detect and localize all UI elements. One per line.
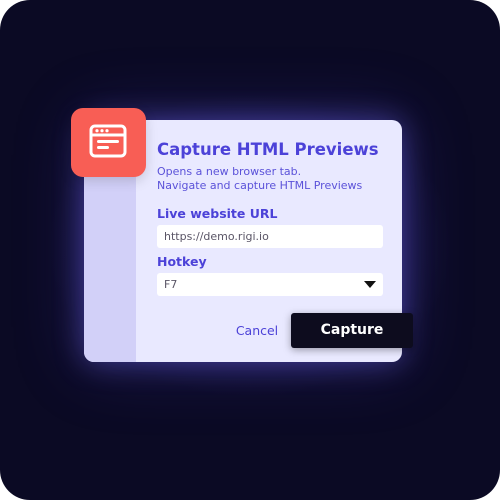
app-icon-tile <box>71 108 146 177</box>
hotkey-select-value: F7 <box>164 278 178 291</box>
chevron-down-icon[interactable] <box>364 281 376 288</box>
dialog-description-line-1: Opens a new browser tab. <box>157 165 302 178</box>
url-input[interactable]: https://demo.rigi.io <box>157 225 383 248</box>
browser-window-icon <box>89 124 127 158</box>
dialog-title: Capture HTML Previews <box>157 140 379 159</box>
cancel-button[interactable]: Cancel <box>226 322 288 340</box>
capture-button[interactable]: Capture <box>291 313 413 348</box>
url-input-value: https://demo.rigi.io <box>164 230 269 243</box>
url-field-label: Live website URL <box>157 206 278 221</box>
hotkey-select[interactable]: F7 <box>157 273 383 296</box>
dialog-description-line-2: Navigate and capture HTML Previews <box>157 179 363 192</box>
app-background: Capture HTML Previews Opens a new browse… <box>0 0 500 500</box>
hotkey-field-label: Hotkey <box>157 254 207 269</box>
